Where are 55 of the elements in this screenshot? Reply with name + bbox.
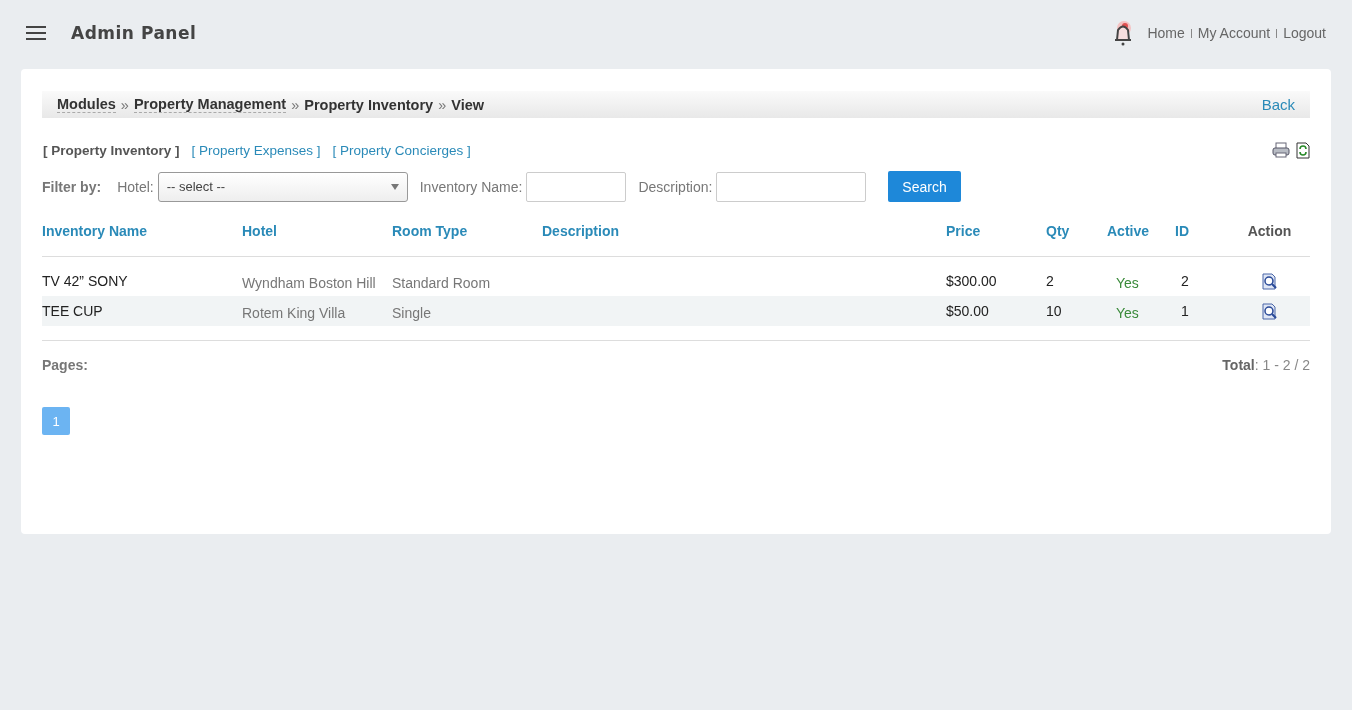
page-button[interactable]: 1 xyxy=(42,407,70,435)
caret-icon xyxy=(390,183,399,190)
breadcrumb-separator: » xyxy=(291,96,300,113)
table-cell-text: TEE CUP xyxy=(42,303,104,319)
table-cell-text: $300.00 xyxy=(946,273,998,289)
table-cell-text: Yes xyxy=(1115,304,1140,321)
hotel-dropdown[interactable]: -- select -- xyxy=(157,171,408,202)
column-header[interactable]: Description xyxy=(542,223,946,239)
table-cell-text: TV 42” SONY xyxy=(42,273,129,289)
breadcrumb-item: View xyxy=(451,96,485,113)
column-header[interactable]: Qty xyxy=(1046,223,1107,239)
nav-link[interactable]: Logout xyxy=(1283,25,1326,41)
total-count: Total: 1 - 2 / 2 xyxy=(1222,357,1310,373)
column-header: Action xyxy=(1246,223,1293,239)
table-cell-text: 10 xyxy=(1046,303,1063,319)
column-header[interactable]: Active xyxy=(1107,223,1175,239)
nav-link[interactable]: My Account xyxy=(1197,25,1271,41)
tab[interactable]: [ Property Concierges ] xyxy=(332,143,471,158)
table-cell-text: Wyndham Boston Hill xyxy=(242,274,377,291)
inventory-name-field[interactable] xyxy=(526,171,627,202)
breadcrumb-separator: » xyxy=(120,96,129,113)
refresh-document-icon[interactable] xyxy=(1296,142,1310,159)
filter-label: Filter by: xyxy=(42,178,102,195)
breadcrumb-item: Property Inventory xyxy=(304,96,434,113)
back-link[interactable]: Back xyxy=(1261,96,1295,113)
tab[interactable]: [ Property Inventory ] xyxy=(43,143,180,158)
column-header[interactable]: Price xyxy=(946,223,1046,239)
view-icon[interactable] xyxy=(1261,272,1278,290)
table-cell-text: $50.00 xyxy=(946,303,990,319)
menu-icon[interactable] xyxy=(26,26,46,40)
table-cell-text: Single xyxy=(392,304,432,321)
tab[interactable]: [ Property Expenses ] xyxy=(191,143,321,158)
table-cell-text: Rotem King Villa xyxy=(242,304,347,321)
search-button[interactable]: Search xyxy=(888,171,961,202)
table-cell-text: 1 xyxy=(1180,303,1190,319)
printer-icon[interactable] xyxy=(1272,142,1290,158)
table-cell-text: Yes xyxy=(1115,274,1140,291)
view-icon[interactable] xyxy=(1261,302,1278,320)
nav-link[interactable]: Home xyxy=(1147,25,1185,41)
pages-label: Pages: xyxy=(42,357,88,373)
field-label: Description: xyxy=(638,178,713,195)
breadcrumb-link[interactable]: Modules xyxy=(57,96,116,113)
breadcrumb-separator: » xyxy=(438,96,447,113)
description-field[interactable] xyxy=(716,171,867,202)
field-label: Hotel: xyxy=(117,178,154,195)
field-label: Inventory Name: xyxy=(419,178,523,195)
table-cell-text: 2 xyxy=(1180,273,1190,289)
breadcrumb-link[interactable]: Property Management xyxy=(133,96,287,113)
table-cell-text: Standard Room xyxy=(392,274,492,291)
column-header[interactable]: Room Type xyxy=(392,223,542,239)
table-cell-text: 2 xyxy=(1046,273,1055,289)
app-title: Admin Panel xyxy=(71,23,197,43)
column-header[interactable]: Inventory Name xyxy=(42,223,242,239)
column-header[interactable]: Hotel xyxy=(242,223,392,239)
column-header[interactable]: ID xyxy=(1175,223,1229,239)
